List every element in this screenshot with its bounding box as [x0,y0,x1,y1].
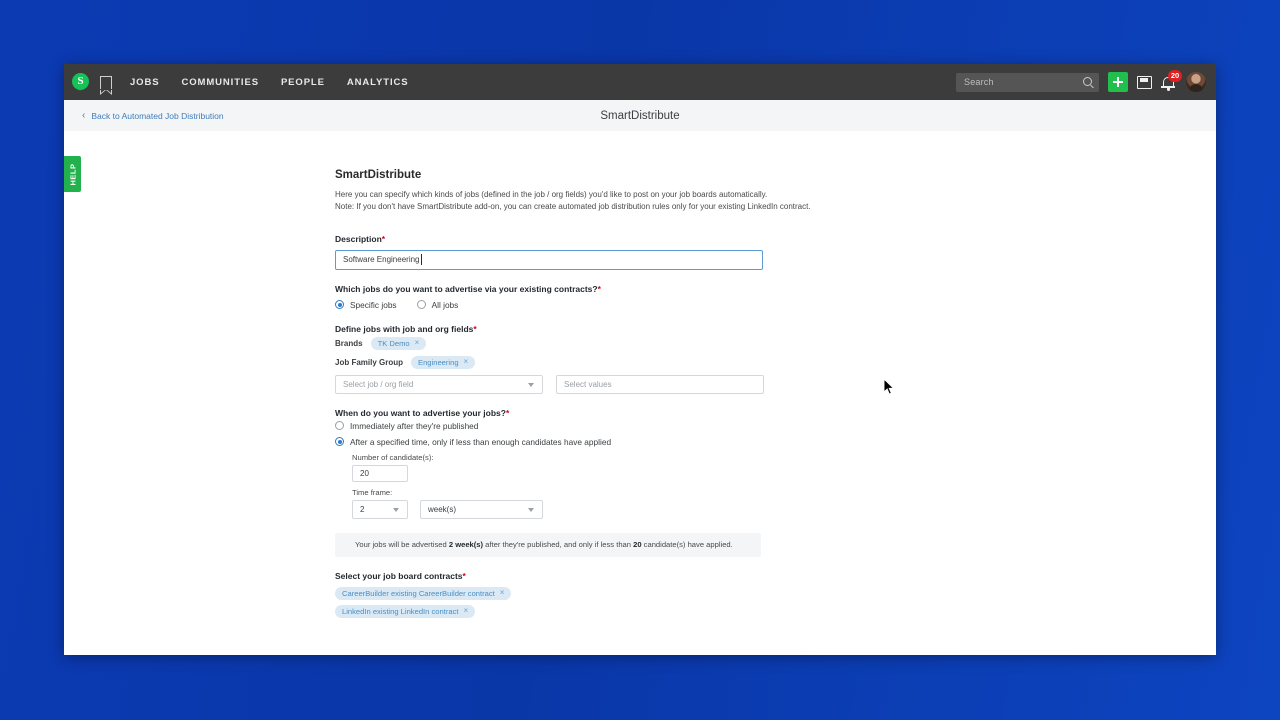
time-frame-number-select[interactable]: 2 [352,499,408,519]
time-frame-number-value: 2 [360,504,365,514]
job-org-field-select[interactable]: Select job / org field [335,374,543,394]
chip-remove-icon[interactable]: × [415,339,420,347]
number-of-candidates-input[interactable]: 20 [352,464,408,482]
required-marker: * [597,283,601,294]
summary-note-text: Your jobs will be advertised 2 week(s) a… [355,540,733,550]
select-placeholder: Select values [564,379,612,389]
smartdistribute-form: SmartDistribute Here you can specify whi… [262,131,1022,618]
summary-timeframe: 2 week(s) [448,540,484,550]
form-description-line2: Note: If you don't have SmartDistribute … [335,202,811,212]
which-jobs-label: Which jobs do you want to advertise via … [335,283,601,294]
chip-remove-icon[interactable]: × [464,358,469,366]
description-input[interactable]: Software Engineering [335,249,763,270]
nav-link-communities[interactable]: COMMUNITIES [181,77,258,88]
chip-label: Engineering [418,357,459,367]
chip-careerbuilder-contract[interactable]: CareerBuilder existing CareerBuilder con… [335,586,512,600]
radio-specific-jobs[interactable]: Specific jobs [335,300,397,310]
radio-label: After a specified time, only if less tha… [350,436,612,447]
form-heading: SmartDistribute [335,169,422,181]
nav-link-analytics[interactable]: ANALYTICS [347,77,409,88]
job-family-group-key: Job Family Group [335,357,404,367]
search-input[interactable]: Search [956,72,1099,92]
text-caret [420,254,422,266]
summary-count: 20 [633,540,642,550]
required-marker: * [473,323,477,334]
radio-button[interactable] [335,437,344,447]
logo-letter: S [77,75,84,87]
chevron-down-icon [393,507,399,512]
back-link[interactable]: ‹ Back to Automated Job Distribution [82,109,224,121]
nav-link-people[interactable]: PEOPLE [281,77,325,88]
define-jobs-label: Define jobs with job and org fields* [335,323,477,334]
radio-label: All jobs [431,299,459,310]
required-marker: * [462,570,466,581]
form-description-line1: Here you can specify which kinds of jobs… [335,190,768,199]
app-logo-icon[interactable]: S [72,73,89,91]
select-placeholder: Select job / org field [343,379,414,389]
inbox-icon[interactable] [1137,75,1152,89]
chip-remove-icon[interactable]: × [500,589,505,597]
user-avatar[interactable] [1186,72,1206,92]
page-subheader: SmartDistribute ‹ Back to Automated Job … [64,100,1216,132]
notification-badge: 20 [1168,70,1182,82]
form-description: Here you can specify which kinds of jobs… [335,189,1022,214]
field-value-selectors: Select job / org field Select values [335,374,1022,394]
top-navigation-bar: S JOBS COMMUNITIES PEOPLE ANALYTICS Sear… [64,64,1216,100]
create-new-button[interactable] [1108,72,1128,92]
bookmark-icon[interactable] [99,75,112,95]
nav-links: JOBS COMMUNITIES PEOPLE ANALYTICS [130,77,408,88]
chip-label: TK Demo [377,338,410,348]
search-icon [1083,76,1092,86]
job-family-group-row: Job Family Group Engineering × [335,355,1022,369]
description-value: Software Engineering [343,255,420,265]
summary-note: Your jobs will be advertised 2 week(s) a… [335,532,761,557]
back-link-label: Back to Automated Job Distribution [91,110,224,121]
radio-label: Immediately after they're published [350,420,479,431]
help-tab[interactable]: HELP [64,156,81,192]
which-jobs-options: Specific jobs All jobs [335,300,1022,310]
search-placeholder: Search [964,77,994,87]
chevron-down-icon [528,507,534,512]
values-select[interactable]: Select values [556,374,764,394]
chip-linkedin-contract[interactable]: LinkedIn existing LinkedIn contract × [335,604,476,618]
radio-immediately[interactable]: Immediately after they're published [335,421,1022,431]
chip-label: CareerBuilder existing CareerBuilder con… [342,588,495,598]
brands-row: Brands TK Demo × [335,336,1022,350]
time-frame-unit-select[interactable]: week(s) [420,499,543,519]
number-of-candidates-value: 20 [360,468,369,478]
chip-label: LinkedIn existing LinkedIn contract [342,606,459,616]
time-frame-row: 2 week(s) [352,499,1022,519]
contract-chip-list: CareerBuilder existing CareerBuilder con… [335,586,1022,618]
notifications-bell-icon[interactable]: 20 [1161,70,1182,91]
page-content: SmartDistribute Here you can specify whi… [64,131,1216,655]
radio-after-specified-time[interactable]: After a specified time, only if less tha… [335,437,1022,447]
required-marker: * [381,233,386,244]
nav-right-cluster: Search 20 [956,70,1206,92]
chevron-down-icon [528,382,534,387]
chip-tk-demo[interactable]: TK Demo × [370,336,427,350]
brands-key: Brands [335,338,363,348]
radio-label: Specific jobs [350,299,397,310]
chevron-left-icon: ‹ [82,109,86,121]
help-tab-label: HELP [68,162,78,186]
number-of-candidates-label: Number of candidate(s): [352,452,434,462]
chip-engineering[interactable]: Engineering × [411,355,476,369]
when-advertise-label: When do you want to advertise your jobs?… [335,407,510,418]
chip-remove-icon[interactable]: × [464,607,469,615]
description-label: Description* [335,233,386,244]
app-window: S JOBS COMMUNITIES PEOPLE ANALYTICS Sear… [64,64,1216,655]
time-frame-unit-value: week(s) [428,504,457,514]
page-title: SmartDistribute [600,109,680,122]
radio-all-jobs[interactable]: All jobs [416,299,459,310]
time-frame-label: Time frame: [352,487,393,497]
radio-button[interactable] [335,421,344,431]
nav-link-jobs[interactable]: JOBS [130,77,159,88]
contracts-label: Select your job board contracts* [335,570,466,581]
radio-button[interactable] [335,300,344,310]
required-marker: * [505,407,510,418]
radio-button[interactable] [416,300,426,310]
